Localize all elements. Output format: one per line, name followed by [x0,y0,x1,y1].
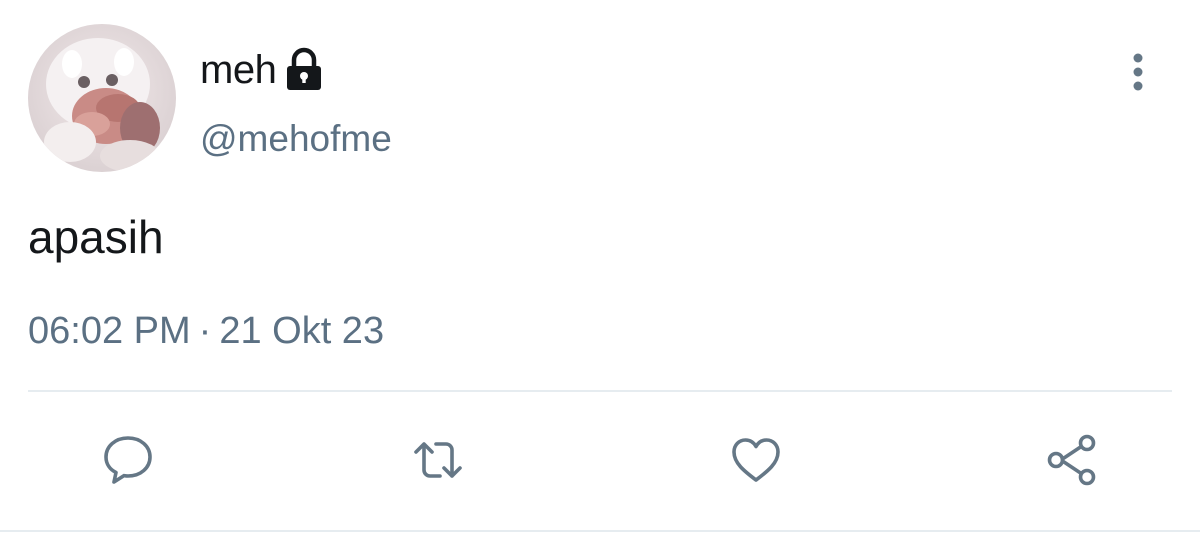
retweet-arrows-icon [414,442,462,478]
more-options-icon[interactable] [1122,48,1154,96]
like-button[interactable] [728,432,784,488]
reply-button[interactable] [100,432,156,488]
tweet-timestamp[interactable]: 06:02 PM · 21 Okt 23 [28,310,384,353]
tweet-time: 06:02 PM [28,310,191,352]
display-name[interactable]: meh [200,48,277,93]
avatar[interactable] [28,24,176,172]
tweet-text: apasih [28,211,164,263]
tweet-card: meh @mehofme apasih 06:02 PM · 21 Okt 23 [0,0,1200,547]
display-name-row: meh [200,44,324,96]
tweet-date: 21 Okt 23 [219,310,385,352]
heart-icon [732,438,780,482]
user-handle[interactable]: @mehofme [200,118,392,160]
timestamp-separator: · [198,310,212,352]
divider [28,390,1172,392]
share-nodes-icon [1047,434,1096,486]
share-button[interactable] [1044,432,1100,488]
speech-bubble-icon [104,436,152,484]
retweet-button[interactable] [410,432,466,488]
lock-icon [284,47,324,93]
bottom-divider [0,530,1200,532]
